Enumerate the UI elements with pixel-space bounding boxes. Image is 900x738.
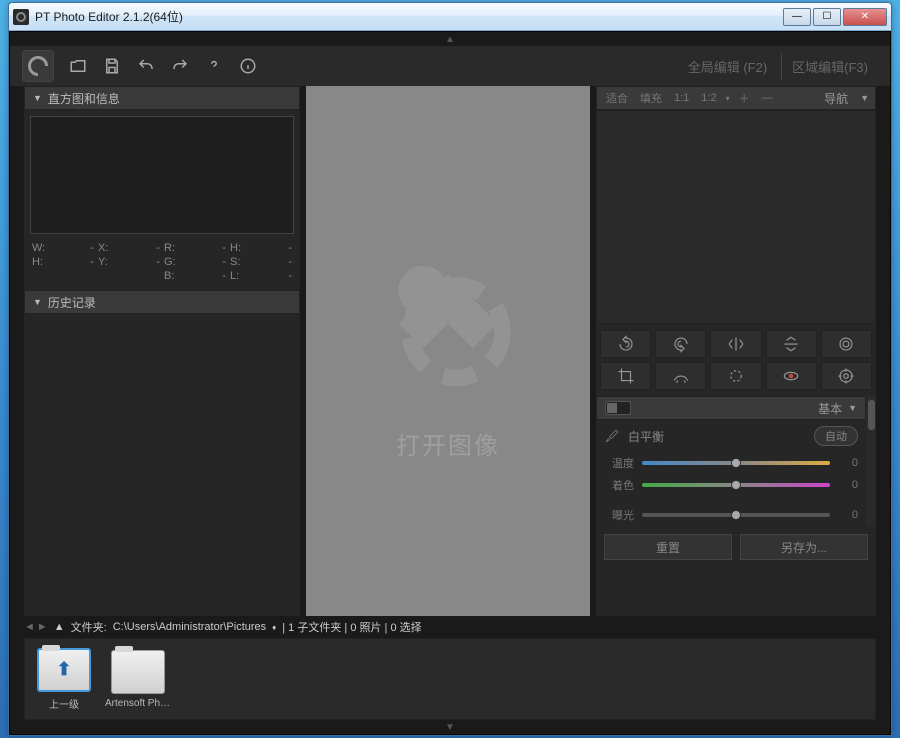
zoom-bar: 适合 填充 1:1 1:2 ▾ ＋ — 导航 ▼ [596, 86, 876, 110]
chevron-down-icon: ▼ [33, 297, 42, 307]
right-panel: 适合 填充 1:1 1:2 ▾ ＋ — 导航 ▼ [596, 86, 876, 616]
app-icon [13, 9, 29, 25]
window-title: PT Photo Editor 2.1.2(64位) [35, 8, 783, 25]
status-bar: ◄► ▲ 文件夹: C:\Users\Administrator\Picture… [10, 616, 890, 638]
zoom-fit[interactable]: 适合 [603, 90, 631, 106]
toolbar: 全局编辑 (F2) 区域编辑(F3) [10, 46, 890, 86]
history-header[interactable]: ▼历史记录 [24, 290, 300, 314]
redeye-button[interactable] [766, 362, 817, 390]
nav-up-icon[interactable]: ▲ [54, 621, 65, 633]
rotate-right-button[interactable] [655, 330, 706, 358]
reset-button[interactable]: 重置 [604, 534, 732, 560]
scrollbar[interactable] [866, 396, 876, 526]
open-icon[interactable] [68, 56, 88, 76]
nav-title: 导航 [824, 90, 848, 107]
zoom-dropdown-icon[interactable]: ▾ [726, 94, 730, 103]
filmstrip: ⬆ 上一级 Artensoft Pho... [24, 638, 876, 720]
minimize-button[interactable]: — [783, 8, 811, 26]
logo-icon [22, 50, 54, 82]
zoom-in[interactable]: ＋ [736, 90, 753, 106]
zoom-fill[interactable]: 填充 [637, 90, 665, 106]
temp-slider[interactable] [642, 461, 830, 465]
zoom-1-1[interactable]: 1:1 [671, 92, 692, 104]
exposure-slider[interactable] [642, 513, 830, 517]
folder-item[interactable]: Artensoft Pho... [105, 650, 171, 709]
tint-slider[interactable] [642, 483, 830, 487]
chevron-down-icon: ▼ [33, 93, 42, 103]
redo-icon[interactable] [170, 56, 190, 76]
basic-panel-header[interactable]: 基本 ▼ [596, 396, 866, 420]
zoom-out[interactable]: — [759, 92, 776, 104]
placeholder-logo-icon [358, 241, 538, 406]
temp-slider-row: 温度 0 [596, 452, 866, 474]
straighten-button[interactable] [655, 362, 706, 390]
folder-path[interactable]: C:\Users\Administrator\Pictures [113, 621, 266, 633]
save-icon[interactable] [102, 56, 122, 76]
exposure-slider-row: 曝光 0 [596, 504, 866, 526]
info-icon[interactable] [238, 56, 258, 76]
saveas-button[interactable]: 另存为... [740, 534, 868, 560]
close-button[interactable]: ✕ [843, 8, 887, 26]
canvas-area[interactable]: 打开图像 [306, 86, 590, 616]
path-dropdown-icon[interactable]: ♦ [272, 623, 276, 632]
folder-label: 文件夹: [71, 619, 107, 635]
zoom-1-2[interactable]: 1:2 [698, 92, 719, 104]
crop-button[interactable] [600, 362, 651, 390]
chevron-down-icon[interactable]: ▼ [860, 93, 869, 103]
left-panel: ▼直方图和信息 W:- X:- R:- H:- H:- Y:- G:- S:- … [24, 86, 300, 616]
folder-up-item[interactable]: ⬆ 上一级 [31, 648, 97, 711]
histogram-box [30, 116, 294, 234]
flip-vertical-button[interactable] [766, 330, 817, 358]
spiral-button[interactable] [821, 330, 872, 358]
info-grid: W:- X:- R:- H:- H:- Y:- G:- S:- B:- L:- [24, 240, 300, 290]
undo-icon[interactable] [136, 56, 156, 76]
eyedropper-icon[interactable] [604, 428, 620, 444]
tab-global-edit[interactable]: 全局编辑 (F2) [678, 53, 777, 80]
transform-tools [596, 324, 876, 396]
arrow-up-icon: ⬆ [39, 650, 89, 690]
maximize-button[interactable]: ☐ [813, 8, 841, 26]
help-icon[interactable] [204, 56, 224, 76]
top-collapse-arrow[interactable]: ▲ [10, 32, 890, 46]
folder-counts: | 1 子文件夹 | 0 照片 | 0 选择 [282, 619, 421, 635]
spot-button[interactable] [710, 362, 761, 390]
titlebar: PT Photo Editor 2.1.2(64位) — ☐ ✕ [9, 3, 891, 31]
tab-region-edit[interactable]: 区域编辑(F3) [781, 53, 878, 80]
tint-slider-row: 着色 0 [596, 474, 866, 496]
nav-back-icon[interactable]: ◄ [24, 621, 35, 633]
open-image-label: 打开图像 [396, 426, 500, 461]
rotate-left-button[interactable] [600, 330, 651, 358]
navigator-box[interactable] [596, 110, 876, 324]
history-list [24, 314, 300, 616]
target-button[interactable] [821, 362, 872, 390]
bottom-collapse-arrow[interactable]: ▼ [10, 720, 890, 734]
auto-button[interactable]: 自动 [814, 426, 858, 446]
nav-fwd-icon[interactable]: ► [37, 621, 48, 633]
histogram-header[interactable]: ▼直方图和信息 [24, 86, 300, 110]
wb-label: 白平衡 [628, 428, 664, 445]
flip-horizontal-button[interactable] [710, 330, 761, 358]
chevron-down-icon: ▼ [848, 403, 857, 413]
basic-toggle[interactable] [605, 401, 631, 415]
